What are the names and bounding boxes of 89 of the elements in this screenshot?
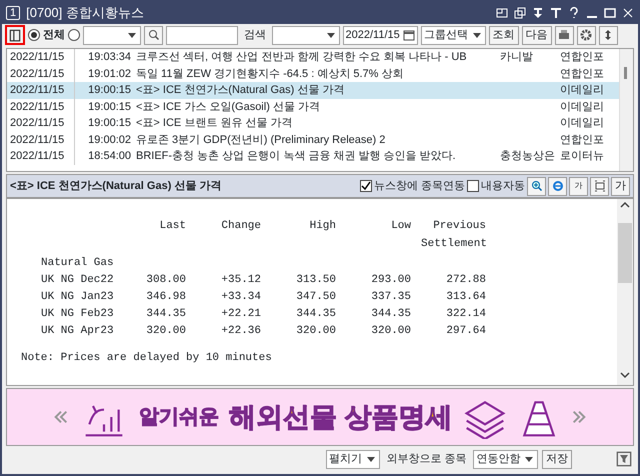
article-note: Note: Prices are delayed by 10 minutes (21, 351, 273, 366)
table-cell-text: UK NG Jan23 (40, 290, 111, 305)
column-header: Last (158, 219, 186, 234)
table-cell-text: +33.34 (220, 290, 261, 305)
date-field[interactable]: 2022/11/15 (342, 26, 418, 44)
checkbox-label: 뉴스창에 종목연동 (374, 178, 465, 194)
news-title: 크루즈선 섹터, 여행 산업 전반과 함께 강력한 수요 회복 나타나 - UB (135, 50, 468, 65)
news-time: 19:00:02 (87, 132, 132, 148)
news-time: 19:01:02 (87, 66, 132, 82)
news-date: 2022/11/15 (7, 98, 75, 115)
table-cell-text: 308.00 (145, 273, 186, 288)
news-row[interactable]: 2022/11/15 19:00:15 <표> ICE 브랜트 원유 선물 가격 이데일리 (7, 115, 619, 132)
table-cell-text: 320.00 (370, 324, 411, 339)
news-time: 19:00:15 (87, 116, 132, 131)
banner-headline: 해외선물 상품명세 (229, 400, 453, 434)
news-date: 2022/11/15 (7, 148, 75, 164)
table-cell-text: 272.88 (445, 273, 486, 288)
news-row[interactable]: 2022/11/15 19:00:15 <표> ICE 천연가스(Natural Gas) 선물 가격 이데일리 (7, 82, 619, 98)
news-source: 연합인포 (559, 132, 605, 148)
column-header: Previous Settlement (420, 219, 486, 252)
news-title: <표> ICE 브랜트 원유 선물 가격 (135, 116, 294, 131)
column-header: High (308, 219, 336, 234)
news-date: 2022/11/15 (7, 115, 75, 132)
table-cell-text: UK NG Dec22 (40, 273, 111, 288)
news-title: <표> ICE 천연가스(Natural Gas) 선물 가격 (135, 83, 346, 98)
toolbar-button[interactable]: 조회 (488, 26, 518, 44)
table-cell-text: 337.35 (370, 290, 411, 305)
table-cell-text: 313.50 (295, 273, 336, 288)
font-size-button[interactable]: 가 (569, 176, 588, 196)
news-row[interactable]: 2022/11/15 19:00:15 <표> ICE 가스 오일(Gasoil) 선물 가격 이데일리 (7, 98, 619, 115)
news-source: 로이터뉴 (559, 149, 605, 164)
table-cell-text: UK NG Apr23 (40, 324, 111, 339)
news-title: 유로존 3분기 GDP(전년비) (Preliminary Release) 2 (135, 132, 386, 148)
table-cell-text: 344.35 (145, 307, 186, 322)
table-cell-text: 344.35 (295, 307, 336, 322)
news-time: 19:00:15 (87, 100, 132, 114)
news-row[interactable]: 2022/11/15 19:00:02 유로존 3분기 GDP(전년비) (Preliminary Release) 2 연합인포 (7, 132, 619, 148)
news-time: 18:54:00 (87, 149, 132, 164)
table-cell-text: 322.14 (445, 307, 486, 322)
news-date: 2022/11/15 (7, 82, 75, 98)
column-header: Change (220, 219, 261, 234)
group-dropdown[interactable]: 그룹선택 (420, 26, 486, 44)
link-dropdown[interactable]: 연동안함 (473, 450, 538, 468)
link-label: 외부창으로 종목 (385, 452, 468, 467)
news-source: 이데일리 (559, 100, 605, 114)
group-value: 그룹선택 (424, 28, 469, 43)
news-source: 연합인포 (559, 50, 605, 65)
table-cell-text: 344.35 (370, 307, 411, 322)
expand-dropdown[interactable]: 펼치기 (326, 450, 380, 468)
table-cell-text: +22.21 (220, 307, 261, 322)
group-label: Natural Gas (40, 256, 115, 271)
window-title: [0700] 종합시황뉴스 (26, 4, 144, 22)
article-title: <표> ICE 천연가스(Natural Gas) 선물 가격 (10, 178, 222, 194)
news-source: 이데일리 (559, 116, 605, 131)
search-label: 검색 (242, 28, 267, 43)
news-row[interactable]: 2022/11/15 18:54:00 BRIEF-충청 농촌 상업 은행이 녹색 금융 채권 발행 승인을 받았다. 충청농상은 로이터뉴 (7, 148, 619, 164)
news-date: 2022/11/15 (7, 132, 75, 148)
table-cell-text: 320.00 (145, 324, 186, 339)
table-cell-text: 320.00 (295, 324, 336, 339)
window-number: 1 (6, 6, 20, 20)
table-cell-text: +35.12 (220, 273, 261, 288)
save-button[interactable]: 저장 (542, 450, 572, 468)
news-time: 19:00:15 (87, 83, 132, 98)
news-time: 19:03:34 (87, 50, 132, 65)
news-stock: 카니발 (499, 50, 534, 65)
dropdown-value: 펼치기 (328, 452, 363, 467)
table-cell-text: 346.98 (145, 290, 186, 305)
news-title: BRIEF-충청 농촌 상업 은행이 녹색 금융 채권 발행 승인을 받았다. (135, 149, 457, 164)
news-source: 연합인포 (559, 66, 605, 82)
table-cell-text: 293.00 (370, 273, 411, 288)
news-title: <표> ICE 가스 오일(Gasoil) 선물 가격 (135, 100, 321, 114)
dropdown-value: 연동안함 (476, 452, 522, 467)
news-date: 2022/11/15 (7, 49, 75, 66)
banner-text: 알기쉬운 (139, 405, 220, 430)
radio-label: 전체 (43, 28, 65, 43)
news-title: 독일 11월 ZEW 경기현황지수 -64.5 : 예상치 5.7% 상회 (135, 66, 405, 82)
news-row[interactable]: 2022/11/15 19:03:34 크루즈선 섹터, 여행 산업 전반과 함께 강력한 수요 회복 나타나 - UB 카니발 연합인포 (7, 49, 619, 66)
table-cell-text: 347.50 (295, 290, 336, 305)
column-header: Low (390, 219, 411, 234)
table-cell-text: 313.64 (445, 290, 486, 305)
toolbar-button[interactable]: 다음 (522, 26, 552, 44)
table-cell-text: UK NG Feb23 (40, 307, 111, 322)
news-stock: 충청농상은 (499, 149, 556, 164)
table-cell-text: 297.64 (445, 324, 486, 339)
table-cell-text: +22.36 (220, 324, 261, 339)
font-button[interactable]: 가 (611, 176, 630, 196)
date-value: 2022/11/15 (346, 28, 400, 43)
news-source: 이데일리 (559, 83, 605, 98)
checkbox-label: 내용자동 (481, 178, 525, 194)
